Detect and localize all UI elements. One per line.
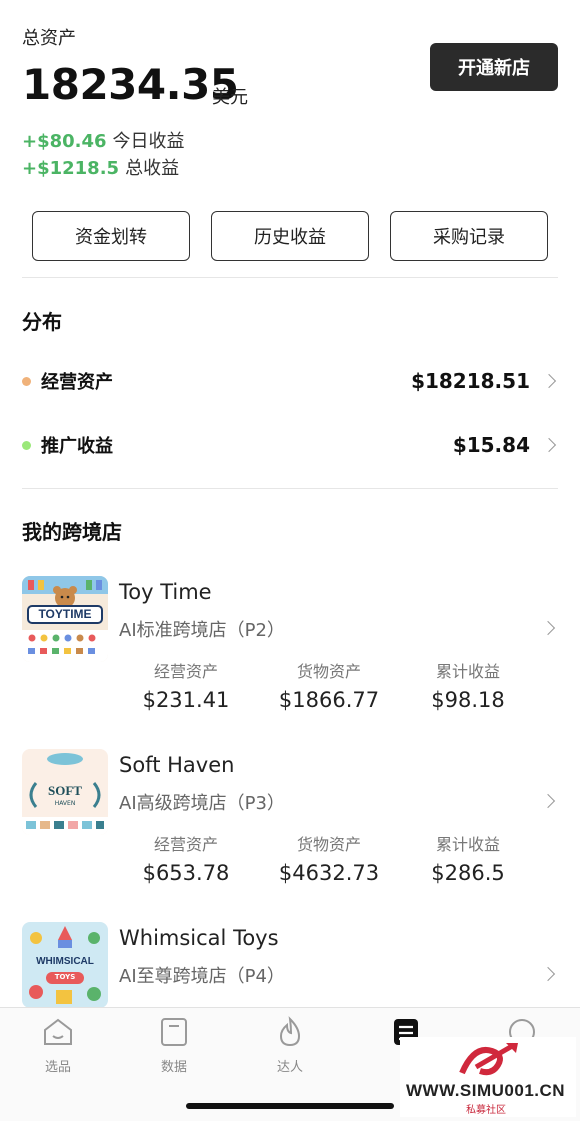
chevron-right-icon[interactable] [540,793,556,809]
metric-value: $286.5 [431,861,505,885]
distribution-value: $18218.51 [411,369,530,393]
store-name[interactable]: Toy Time [119,580,212,604]
nav-label: 数据 [160,1060,187,1075]
store-tier: AI标准跨境店（P2） [119,620,285,641]
metric-value: $4632.73 [278,861,380,885]
shop-icon [44,1018,72,1045]
metric-label: 经营资产 [153,662,218,681]
watermark-logo-icon [459,1042,518,1076]
my-stores-title: 我的跨境店 [22,520,122,544]
nav-item-select[interactable]: 选品 [23,1016,93,1075]
fund-transfer-button[interactable]: 资金划转 [32,211,190,261]
total-earnings-amount: +$1218.5 [22,158,120,179]
watermark-subtext: 私募社区 [466,1105,506,1116]
store-logo-text: WHIMSICAL [36,956,94,967]
total-assets-unit: 美元 [212,87,248,108]
purchase-records-button[interactable]: 采购记录 [390,211,548,261]
watermark-text: WWW.SIMU001.CN [406,1081,566,1100]
distribution-row-promotion-earnings[interactable]: 推广收益 $15.84 [22,430,558,460]
dot-icon [22,440,31,450]
nav-item-data[interactable]: 数据 [139,1016,209,1075]
store-logo-soft-haven[interactable]: SOFT HAVEN [22,749,108,835]
store-logo-toy-time[interactable]: TOYTIME [22,576,108,662]
today-earnings: +$80.46 今日收益 [22,127,185,153]
watermark: WWW.SIMU001.CN 私募社区 [400,1037,576,1117]
store-name[interactable]: Soft Haven [119,753,234,777]
distribution-value: $15.84 [452,433,530,457]
open-new-store-button[interactable]: 开通新店 [430,43,558,91]
nav-label: 选品 [44,1060,71,1075]
flame-icon [279,1016,301,1047]
metric-value: $231.41 [142,688,230,712]
distribution-row-operating-assets[interactable]: 经营资产 $18218.51 [22,366,558,396]
total-assets-label: 总资产 [22,28,76,49]
chevron-right-icon [541,373,557,389]
metric-value: $98.18 [431,688,505,712]
store-logo-text: SOFT [48,783,82,798]
metric-label: 货物资产 [296,662,361,681]
today-earnings-amount: +$80.46 [22,131,107,152]
metric-label: 累计收益 [435,662,500,681]
store-logo-subtext: TOYS [54,973,76,981]
dot-icon [22,376,31,386]
total-earnings: +$1218.5 总收益 [22,154,179,180]
total-earnings-label: 总收益 [125,158,180,179]
distribution-label: 推广收益 [41,436,113,457]
chevron-right-icon [541,437,557,453]
store-tier: AI高级跨境店（P3） [119,793,285,814]
nav-label: 达人 [276,1060,303,1075]
metric-label: 累计收益 [435,835,500,854]
store-name[interactable]: Whimsical Toys [119,926,279,950]
metric-label: 经营资产 [153,835,218,854]
home-indicator[interactable] [186,1103,394,1109]
chevron-right-icon[interactable] [540,966,556,982]
divider [22,277,558,278]
today-earnings-label: 今日收益 [112,131,185,152]
chevron-right-icon[interactable] [540,620,556,636]
distribution-label: 经营资产 [41,372,113,393]
store-logo-subtext: HAVEN [54,800,76,807]
nav-item-influencer[interactable]: 达人 [255,1016,325,1075]
metric-label: 货物资产 [296,835,361,854]
metric-value: $1866.77 [278,688,380,712]
distribution-title: 分布 [22,310,62,334]
store-logo-whimsical-toys[interactable]: WHIMSICAL TOYS [22,922,108,1008]
data-icon [161,1018,187,1046]
store-tier: AI至尊跨境店（P4） [119,966,285,987]
total-assets-value: 18234.35 [22,60,239,109]
metric-value: $653.78 [142,861,230,885]
store-logo-text: TOYTIME [38,607,92,621]
divider [22,488,558,489]
history-earnings-button[interactable]: 历史收益 [211,211,369,261]
